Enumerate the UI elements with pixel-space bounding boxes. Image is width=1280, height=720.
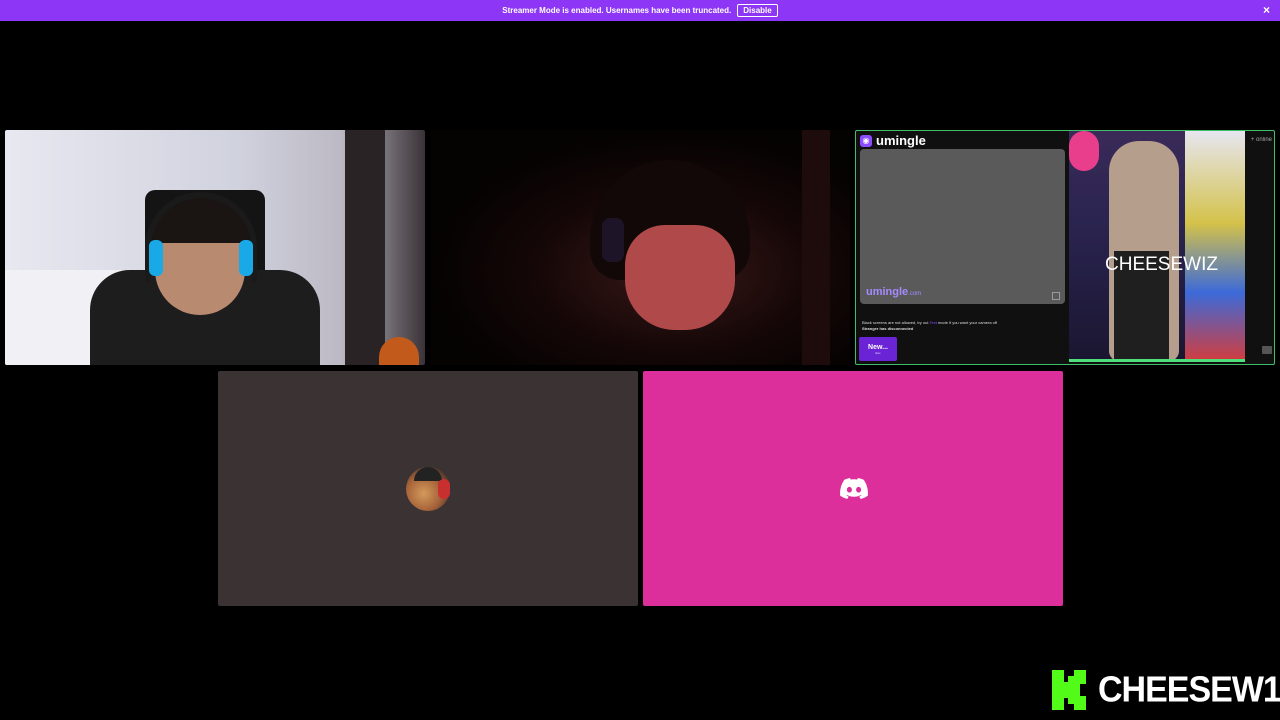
stranger-video	[1069, 131, 1245, 362]
streamer-mode-banner: Streamer Mode is enabled. Usernames have…	[0, 0, 1280, 21]
background-plush-toys	[1185, 131, 1245, 362]
background-pink-object	[1069, 131, 1099, 171]
headset-earcup-right	[239, 240, 253, 276]
background-door	[802, 130, 830, 365]
background-closet	[345, 130, 385, 365]
participant-tile-discord-default[interactable]	[643, 371, 1063, 606]
video-tile-participant-2[interactable]	[430, 130, 850, 365]
video-border-glow	[1069, 359, 1245, 362]
chat-bubble-icon: ◉	[860, 134, 872, 147]
online-count: + online	[1250, 137, 1272, 143]
chat-system-message: Black screens are not allowed, try out T…	[862, 320, 998, 325]
stranger-name-overlay: CHEESEWIZ	[1105, 254, 1218, 275]
avatar	[406, 467, 450, 511]
kick-logo-icon	[1052, 670, 1086, 710]
screen-share-umingle[interactable]: ◉ umingle umingle.com Black screens are …	[855, 130, 1275, 365]
text-mode-link[interactable]: Text	[930, 320, 937, 325]
self-camera-blank: umingle.com	[860, 149, 1065, 304]
close-icon[interactable]: ×	[1263, 3, 1270, 17]
kick-watermark: CHEESEW1Z	[1052, 670, 1280, 710]
new-chat-button[interactable]: New... Esc	[859, 337, 897, 361]
umingle-logo: umingle	[876, 133, 926, 148]
banner-message: Streamer Mode is enabled. Usernames have…	[502, 6, 732, 15]
report-flag-icon[interactable]	[1052, 292, 1060, 300]
discord-icon	[840, 478, 868, 499]
channel-name: CHEESEW1Z	[1098, 669, 1280, 710]
participant-face	[625, 225, 735, 330]
avatar-hat	[414, 467, 442, 481]
background-ball	[379, 337, 419, 365]
video-tile-participant-1[interactable]	[5, 130, 425, 365]
disable-streamer-mode-button[interactable]: Disable	[737, 4, 778, 17]
stranger-disconnected-message: Stranger has disconnected	[862, 326, 914, 331]
fullscreen-icon[interactable]	[1262, 346, 1272, 354]
umingle-watermark: umingle.com	[866, 286, 922, 298]
headset-earcup	[602, 218, 624, 262]
participant-tile-camera-off[interactable]	[218, 371, 638, 606]
headset-earcup-left	[149, 240, 163, 276]
avatar-accent	[438, 479, 450, 499]
umingle-header: ◉ umingle	[860, 133, 926, 148]
